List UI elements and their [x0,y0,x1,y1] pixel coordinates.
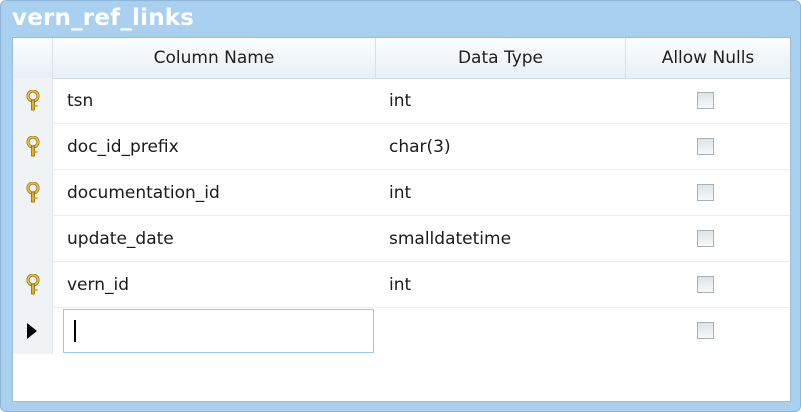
table-row[interactable]: update_date smalldatetime [13,216,790,262]
data-type-cell[interactable]: int [389,78,609,124]
column-name-cell[interactable]: documentation_id [67,170,367,216]
key-icon [26,274,40,295]
key-icon [26,182,40,203]
table-row[interactable]: tsn int [13,78,790,124]
row-selector-header [13,38,53,78]
data-type-cell[interactable]: int [389,170,609,216]
column-name-cell[interactable]: update_date [67,216,367,262]
row-selector[interactable] [13,124,53,170]
allow-nulls-checkbox[interactable] [697,276,714,293]
table-row[interactable]: vern_id int [13,262,790,308]
allow-nulls-header[interactable]: Allow Nulls [626,38,790,78]
text-caret [74,320,76,342]
allow-nulls-checkbox[interactable] [697,184,714,201]
new-row[interactable] [13,308,790,354]
new-data-type-cell[interactable] [389,308,609,354]
key-icon [26,90,40,111]
key-icon [26,136,40,157]
allow-nulls-checkbox[interactable] [697,230,714,247]
table-row[interactable]: doc_id_prefix char(3) [13,124,790,170]
data-type-header[interactable]: Data Type [376,38,626,78]
allow-nulls-checkbox[interactable] [697,322,714,339]
allow-nulls-checkbox[interactable] [697,92,714,109]
allow-nulls-checkbox[interactable] [697,138,714,155]
row-selector[interactable] [13,262,53,308]
table-designer-window: vern_ref_links Column Name Data Type All… [0,0,801,412]
column-name-header[interactable]: Column Name [53,38,376,78]
row-selector[interactable] [13,308,53,354]
column-name-cell[interactable]: doc_id_prefix [67,124,367,170]
grid-header: Column Name Data Type Allow Nulls [13,38,790,79]
data-type-cell[interactable]: smalldatetime [389,216,609,262]
data-type-cell[interactable]: char(3) [389,124,609,170]
table-row[interactable]: documentation_id int [13,170,790,216]
data-type-cell[interactable]: int [389,262,609,308]
row-pointer-icon [27,323,37,339]
row-selector[interactable] [13,216,53,262]
column-grid: Column Name Data Type Allow Nulls tsn in… [12,37,791,402]
new-column-name-input[interactable] [63,309,374,353]
column-name-cell[interactable]: tsn [67,78,367,124]
row-selector[interactable] [13,78,53,124]
column-name-cell[interactable]: vern_id [67,262,367,308]
table-title: vern_ref_links [12,5,195,31]
row-selector[interactable] [13,170,53,216]
